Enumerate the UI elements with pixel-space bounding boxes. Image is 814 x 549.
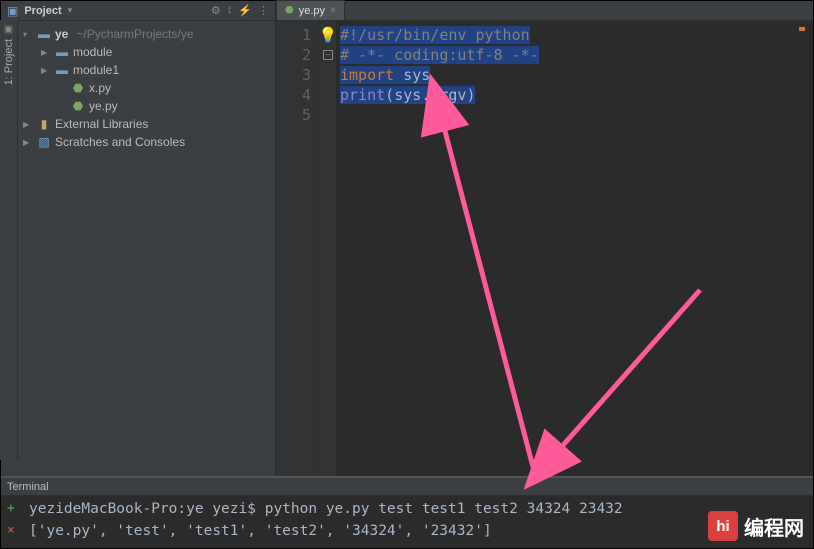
tool-strip-icon[interactable]: ▣ bbox=[4, 24, 13, 35]
tree-item-module[interactable]: ▶ ▬ module bbox=[19, 43, 275, 61]
folder-icon: ▬ bbox=[37, 27, 51, 41]
tree-item-module1[interactable]: ▶ ▬ module1 bbox=[19, 61, 275, 79]
fold-column: 💡 – bbox=[320, 21, 336, 476]
project-tree[interactable]: ▾ ▬ ye ~/PycharmProjects/ye ▶ ▬ module ▶… bbox=[1, 21, 276, 476]
terminal-line-1: + yezideMacBook-Pro:ye yezi$ python ye.p… bbox=[7, 498, 807, 520]
code-line-1: #!/usr/bin/env python bbox=[340, 26, 530, 44]
fold-icon[interactable]: – bbox=[323, 50, 333, 60]
tool-icon-more[interactable]: ⋮ bbox=[258, 4, 269, 17]
tab-label: ye.py bbox=[299, 5, 325, 17]
code-line-5 bbox=[340, 105, 813, 125]
expand-icon[interactable]: ▾ bbox=[23, 30, 33, 39]
tree-item-label: module1 bbox=[73, 63, 119, 77]
watermark: hi 编程网 bbox=[708, 511, 804, 541]
terminal-line-2: × ['ye.py', 'test', 'test1', 'test2', '3… bbox=[7, 520, 807, 542]
add-terminal-icon[interactable]: + bbox=[7, 498, 19, 520]
intention-bulb-icon[interactable]: 💡 bbox=[319, 25, 338, 45]
library-icon: ▮ bbox=[37, 117, 51, 131]
project-tool-title: Project bbox=[24, 5, 61, 17]
code-area[interactable]: #!/usr/bin/env python # -*- coding:utf-8… bbox=[336, 21, 813, 476]
terminal-body[interactable]: + yezideMacBook-Pro:ye yezi$ python ye.p… bbox=[1, 496, 813, 548]
tab-ye-py[interactable]: ⬣ ye.py × bbox=[276, 0, 345, 20]
tree-item-label: Scratches and Consoles bbox=[55, 135, 185, 149]
editor-tabs-bar: ⬣ ye.py × bbox=[276, 1, 813, 21]
tree-external-libs[interactable]: ▶ ▮ External Libraries bbox=[19, 115, 275, 133]
scratch-icon: ▧ bbox=[37, 135, 51, 149]
line-gutter: 1 2 3 4 5 bbox=[276, 21, 320, 476]
tree-item-label: ye.py bbox=[89, 99, 118, 113]
close-icon[interactable]: × bbox=[330, 5, 336, 16]
watermark-logo: hi bbox=[708, 511, 738, 541]
left-tool-strip[interactable]: ▣ 1: Project bbox=[0, 20, 18, 460]
expand-icon[interactable]: ▶ bbox=[23, 120, 33, 129]
tree-item-ye-py[interactable]: ⬣ ye.py bbox=[19, 97, 275, 115]
code-line-2: # -*- coding:utf-8 -*- bbox=[340, 46, 539, 64]
project-folder-icon: ▣ bbox=[7, 4, 18, 18]
tree-item-label: External Libraries bbox=[55, 117, 148, 131]
python-file-icon: ⬣ bbox=[285, 5, 294, 16]
tool-icon-collapse[interactable]: ⚡ bbox=[238, 4, 252, 17]
tree-root-name: ye bbox=[55, 27, 68, 41]
terminal-panel[interactable]: Terminal + yezideMacBook-Pro:ye yezi$ py… bbox=[1, 476, 813, 548]
folder-icon: ▬ bbox=[55, 45, 69, 59]
expand-icon[interactable]: ▶ bbox=[41, 48, 51, 57]
close-terminal-icon[interactable]: × bbox=[7, 520, 19, 542]
project-dropdown-icon[interactable]: ▾ bbox=[68, 5, 73, 16]
expand-icon[interactable]: ▶ bbox=[23, 138, 33, 147]
tree-item-x-py[interactable]: ⬣ x.py bbox=[19, 79, 275, 97]
expand-icon[interactable]: ▶ bbox=[41, 66, 51, 75]
terminal-title: Terminal bbox=[7, 481, 49, 493]
tool-strip-project-label[interactable]: 1: Project bbox=[3, 39, 15, 85]
tree-item-label: x.py bbox=[89, 81, 111, 95]
tree-root-path: ~/PycharmProjects/ye bbox=[76, 27, 193, 41]
code-line-4: print(sys.argv) bbox=[340, 86, 475, 104]
watermark-text: 编程网 bbox=[744, 512, 804, 541]
error-stripe bbox=[797, 21, 807, 476]
tree-root[interactable]: ▾ ▬ ye ~/PycharmProjects/ye bbox=[19, 25, 275, 43]
code-line-3: import sys bbox=[340, 66, 430, 84]
python-file-icon: ⬣ bbox=[71, 99, 85, 113]
tree-scratches[interactable]: ▶ ▧ Scratches and Consoles bbox=[19, 133, 275, 151]
tool-icon-sort[interactable]: ↕ bbox=[227, 4, 233, 17]
tool-icon-target[interactable]: ⚙ bbox=[211, 4, 221, 17]
project-tool-header: ▣ Project ▾ ⚙ ↕ ⚡ ⋮ bbox=[1, 1, 276, 21]
folder-icon: ▬ bbox=[55, 63, 69, 77]
code-editor[interactable]: 1 2 3 4 5 💡 – #!/usr/bin/env python # -*… bbox=[276, 21, 813, 476]
tree-item-label: module bbox=[73, 45, 112, 59]
python-file-icon: ⬣ bbox=[71, 81, 85, 95]
terminal-header[interactable]: Terminal bbox=[1, 478, 813, 496]
